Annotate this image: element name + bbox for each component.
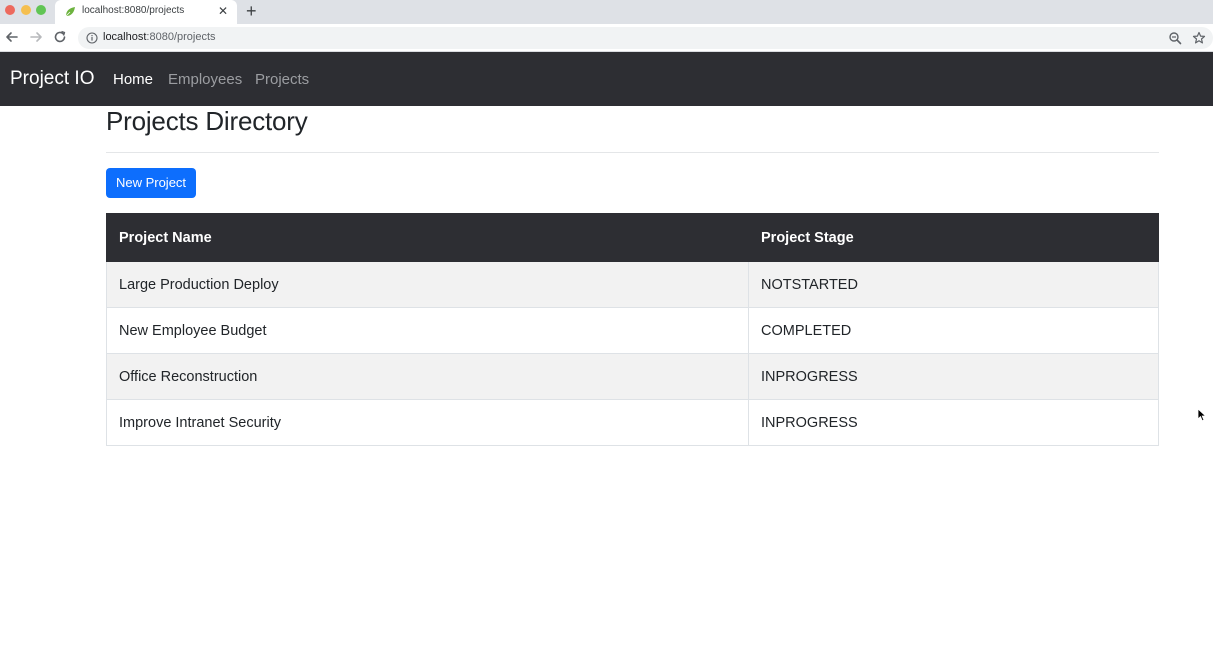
project-stage-cell: INPROGRESS	[748, 353, 1159, 400]
table-row: Improve Intranet Security INPROGRESS	[106, 399, 1159, 446]
nav-link-home[interactable]: Home	[113, 71, 153, 88]
url-text: localhost:8080/projects	[103, 31, 216, 43]
mouse-pointer-icon	[1197, 408, 1207, 422]
project-stage-cell: INPROGRESS	[748, 399, 1159, 446]
tab-title: localhost:8080/projects	[82, 5, 185, 16]
project-name-cell: Improve Intranet Security	[106, 399, 749, 446]
table-header-row: Project Name Project Stage	[106, 213, 1159, 262]
address-bar[interactable]: localhost:8080/projects	[78, 27, 1213, 49]
project-name-cell: New Employee Budget	[106, 307, 749, 354]
new-project-button[interactable]: New Project	[106, 168, 196, 198]
bookmark-star-icon[interactable]	[1192, 31, 1206, 45]
reload-icon[interactable]	[53, 30, 67, 44]
url-host: localhost	[103, 31, 147, 43]
project-name-cell: Office Reconstruction	[106, 353, 749, 400]
spring-leaf-icon	[64, 7, 75, 18]
table-row: New Employee Budget COMPLETED	[106, 307, 1159, 354]
projects-table: Project Name Project Stage Large Product…	[106, 213, 1159, 446]
project-name-cell: Large Production Deploy	[106, 261, 749, 308]
info-icon[interactable]	[86, 32, 98, 44]
url-path: :8080/projects	[146, 31, 216, 43]
table-row: Office Reconstruction INPROGRESS	[106, 353, 1159, 400]
project-stage-cell: NOTSTARTED	[748, 261, 1159, 308]
tab-close-icon[interactable]: ✕	[218, 4, 228, 18]
back-arrow-icon[interactable]	[5, 30, 19, 44]
window-close-button[interactable]	[5, 5, 15, 15]
forward-arrow-icon[interactable]	[29, 30, 43, 44]
nav-link-employees[interactable]: Employees	[168, 71, 242, 88]
new-tab-button[interactable]: +	[246, 1, 257, 21]
browser-tab[interactable]: localhost:8080/projects ✕	[55, 0, 237, 24]
window-minimize-button[interactable]	[21, 5, 31, 15]
browser-tabstrip: localhost:8080/projects ✕ +	[0, 0, 1213, 24]
page-title: Projects Directory	[106, 106, 308, 136]
project-stage-cell: COMPLETED	[748, 307, 1159, 354]
window-zoom-button[interactable]	[36, 5, 46, 15]
zoom-icon[interactable]	[1168, 31, 1182, 45]
title-divider	[106, 152, 1159, 153]
brand-logo[interactable]: Project IO	[10, 68, 94, 90]
app-navbar: Project IO Home Employees Projects	[0, 52, 1213, 106]
browser-toolbar: localhost:8080/projects	[0, 24, 1213, 52]
column-header-project-name: Project Name	[106, 213, 749, 262]
nav-link-projects[interactable]: Projects	[255, 71, 309, 88]
table-row: Large Production Deploy NOTSTARTED	[106, 261, 1159, 308]
column-header-project-stage: Project Stage	[748, 213, 1159, 262]
